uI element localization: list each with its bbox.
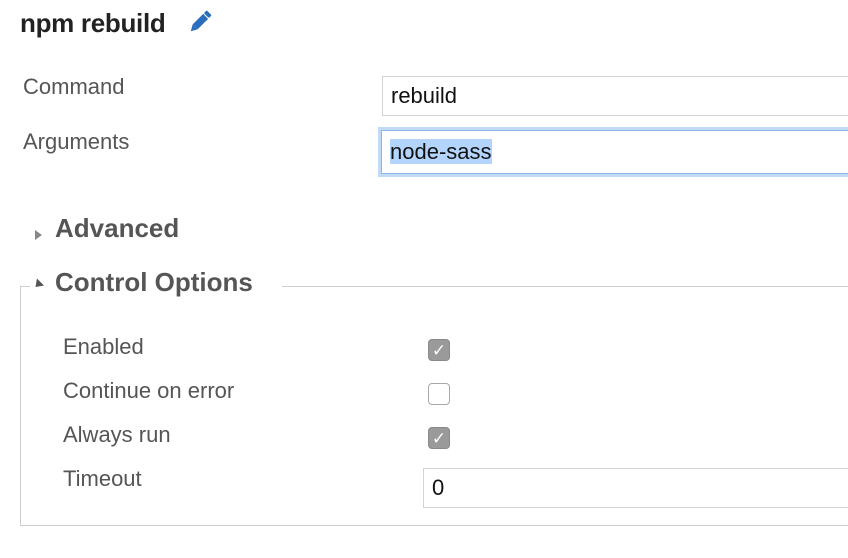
- timeout-input[interactable]: [423, 468, 848, 508]
- continue-on-error-checkbox[interactable]: [428, 383, 450, 405]
- checkmark-icon: ✓: [431, 340, 447, 360]
- timeout-label: Timeout: [63, 466, 142, 491]
- control-options-section-header[interactable]: Control Options: [55, 267, 253, 298]
- enabled-label: Enabled: [63, 334, 144, 359]
- advanced-section-header[interactable]: Advanced: [55, 213, 179, 244]
- always-run-label: Always run: [63, 422, 171, 447]
- arguments-value: node-sass: [390, 139, 492, 164]
- always-run-checkbox[interactable]: ✓: [428, 427, 450, 449]
- task-title: npm rebuild: [20, 8, 166, 38]
- command-input[interactable]: [382, 76, 848, 116]
- command-label: Command: [23, 74, 125, 99]
- enabled-checkbox[interactable]: ✓: [428, 339, 450, 361]
- expand-triangle-icon[interactable]: [35, 230, 42, 240]
- continue-on-error-label: Continue on error: [63, 378, 235, 403]
- checkmark-icon: ✓: [431, 428, 447, 448]
- arguments-label: Arguments: [23, 129, 130, 154]
- pencil-icon[interactable]: [186, 8, 214, 36]
- arguments-input[interactable]: node-sass: [381, 130, 848, 174]
